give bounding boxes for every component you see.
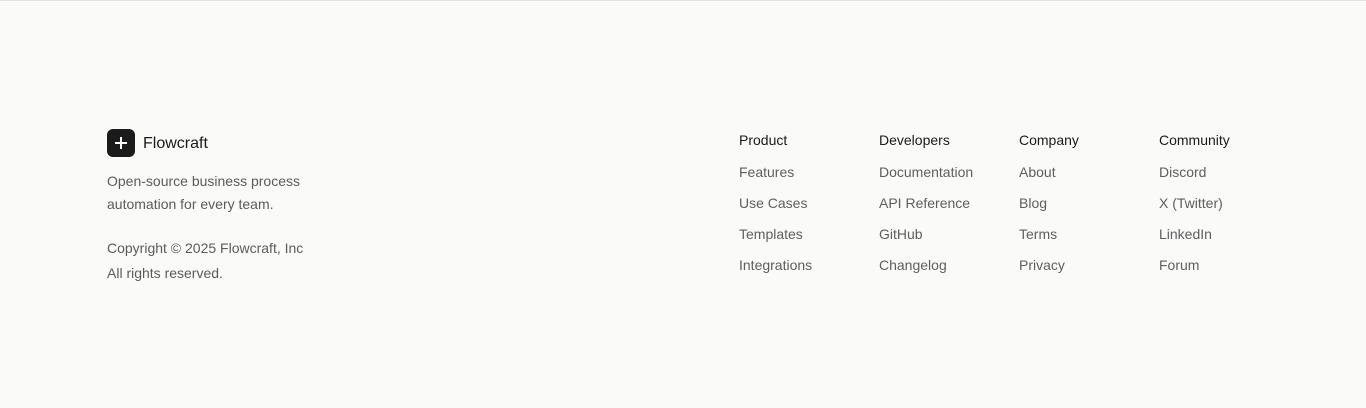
column-heading-company: Company xyxy=(1019,132,1079,148)
copyright: Copyright © 2025 Flowcraft, Inc All righ… xyxy=(107,236,427,286)
link-changelog[interactable]: Changelog xyxy=(879,257,947,273)
link-api-reference[interactable]: API Reference xyxy=(879,195,970,211)
link-linkedin[interactable]: LinkedIn xyxy=(1159,226,1212,242)
footer-column-company: Company About Blog Terms Privacy xyxy=(1019,131,1159,285)
link-list-company: About Blog Terms Privacy xyxy=(1019,161,1159,285)
link-about[interactable]: About xyxy=(1019,164,1056,180)
site-footer: Flowcraft Open-source business process a… xyxy=(0,0,1366,408)
rights-line: All rights reserved. xyxy=(107,265,223,281)
column-heading-community: Community xyxy=(1159,132,1230,148)
link-forum[interactable]: Forum xyxy=(1159,257,1199,273)
brand-name: Flowcraft xyxy=(143,134,208,152)
link-documentation[interactable]: Documentation xyxy=(879,164,973,180)
footer-column-developers: Developers Documentation API Reference G… xyxy=(879,131,1019,285)
link-github[interactable]: GitHub xyxy=(879,226,923,242)
link-features[interactable]: Features xyxy=(739,164,794,180)
link-list-developers: Documentation API Reference GitHub Chang… xyxy=(879,161,1019,285)
link-list-community: Discord X (Twitter) LinkedIn Forum xyxy=(1159,161,1299,285)
link-privacy[interactable]: Privacy xyxy=(1019,257,1065,273)
plus-icon xyxy=(107,129,135,157)
footer-column-product: Product Features Use Cases Templates Int… xyxy=(739,131,879,285)
copyright-line: Copyright © 2025 Flowcraft, Inc xyxy=(107,240,304,256)
link-blog[interactable]: Blog xyxy=(1019,195,1047,211)
link-terms[interactable]: Terms xyxy=(1019,226,1057,242)
link-discord[interactable]: Discord xyxy=(1159,164,1206,180)
link-x-twitter[interactable]: X (Twitter) xyxy=(1159,195,1223,211)
column-heading-product: Product xyxy=(739,132,788,148)
link-templates[interactable]: Templates xyxy=(739,226,803,242)
footer-column-community: Community Discord X (Twitter) LinkedIn F… xyxy=(1159,131,1299,285)
brand-section: Flowcraft Open-source business process a… xyxy=(107,129,427,286)
brand-logo-link[interactable]: Flowcraft xyxy=(107,129,427,157)
brand-tagline: Open-source business process automation … xyxy=(107,173,300,212)
link-use-cases[interactable]: Use Cases xyxy=(739,195,807,211)
link-integrations[interactable]: Integrations xyxy=(739,257,812,273)
link-list-product: Features Use Cases Templates Integration… xyxy=(739,161,879,285)
column-heading-developers: Developers xyxy=(879,132,950,148)
